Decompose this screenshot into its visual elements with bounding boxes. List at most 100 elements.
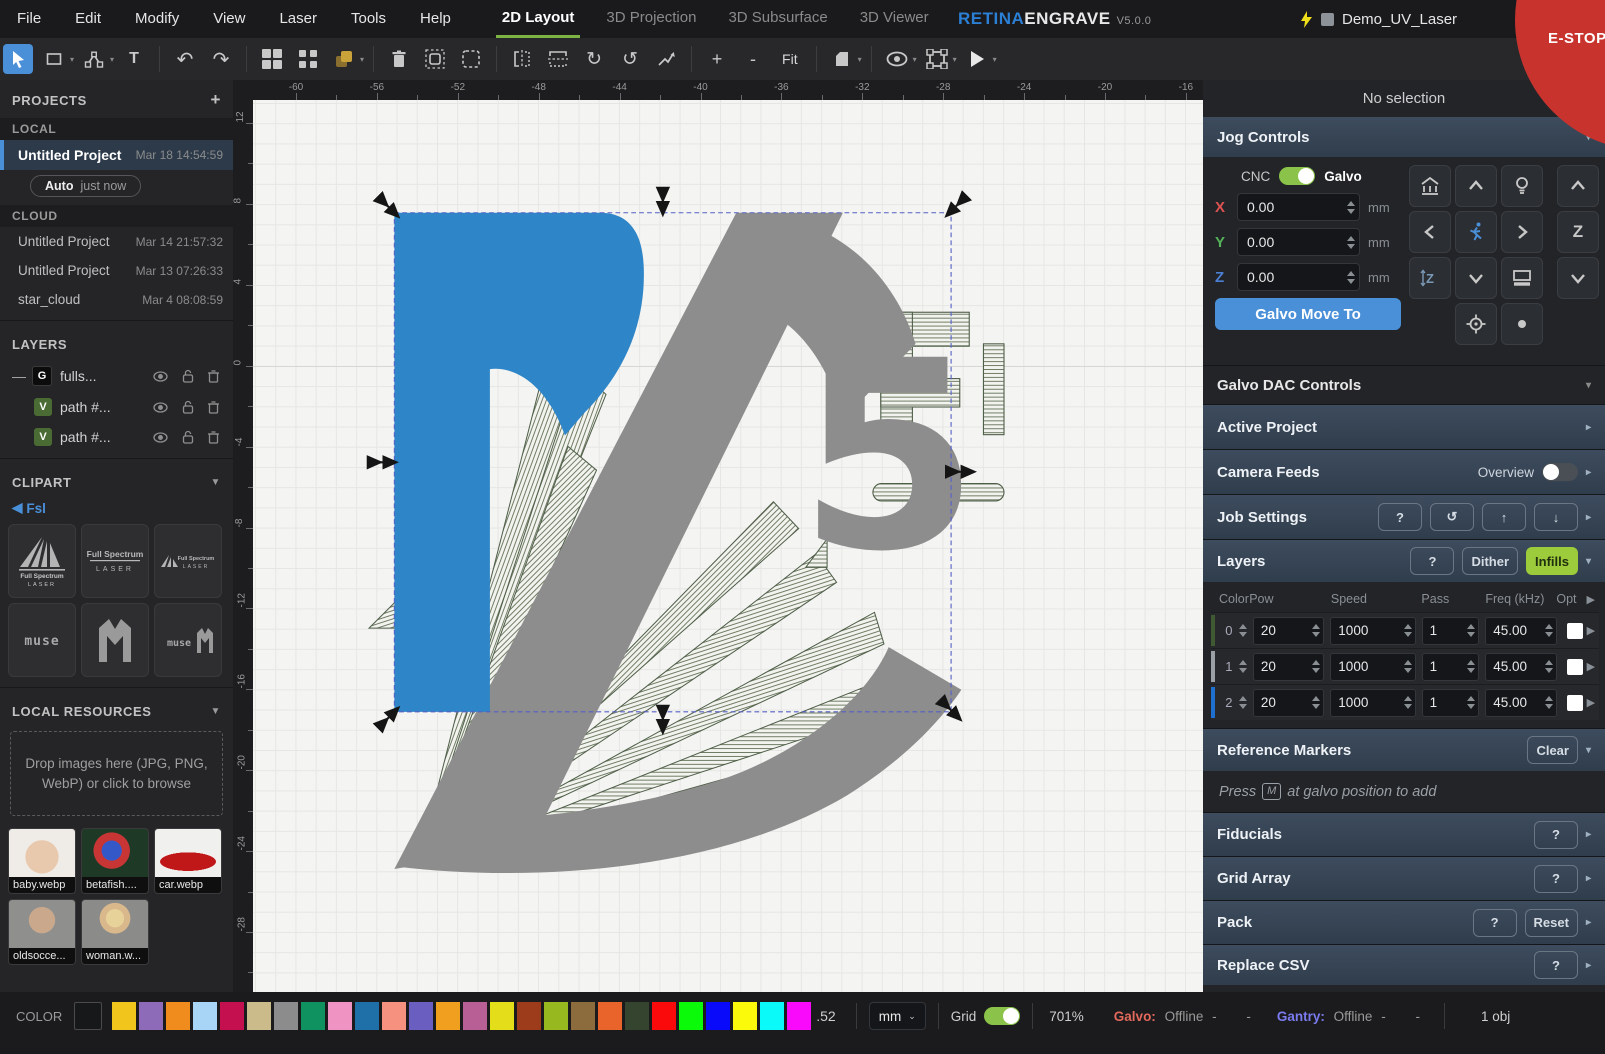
preview-caret[interactable]: ▾	[913, 55, 917, 64]
layer-row[interactable]: —Gfulls...	[0, 360, 233, 392]
distribute-grid-button[interactable]	[293, 44, 323, 74]
logo-digit-5[interactable]: 5	[798, 306, 979, 609]
tab-3d-viewer[interactable]: 3D Viewer	[844, 0, 945, 38]
palette-swatch[interactable]	[247, 1002, 271, 1030]
menu-file[interactable]: File	[0, 0, 58, 38]
freq-input[interactable]: 45.00	[1485, 653, 1556, 681]
clipart-tile-muse-combo-logo[interactable]: muse	[154, 603, 222, 677]
frame-caret[interactable]: ▾	[953, 55, 957, 64]
infills-button[interactable]: Infills	[1526, 547, 1578, 575]
resource-thumbnail[interactable]: woman.w...	[81, 899, 149, 965]
select-area-button[interactable]	[456, 44, 486, 74]
layer-index-spinner[interactable]	[1239, 695, 1247, 711]
pow-input[interactable]: 20	[1253, 689, 1324, 717]
section-camera-feeds[interactable]: Camera Feeds Overview ▸	[1203, 450, 1605, 494]
mirror-horizontal-button[interactable]	[507, 44, 537, 74]
handle-top-right[interactable]	[949, 202, 960, 213]
zoom-out-button[interactable]: -	[738, 44, 768, 74]
jog-down-button[interactable]	[1455, 257, 1497, 299]
job-up-button[interactable]: ↑	[1482, 503, 1526, 531]
speed-input[interactable]: 1000	[1330, 617, 1415, 645]
visibility-eye-icon[interactable]	[153, 371, 168, 382]
line-tool[interactable]	[651, 44, 681, 74]
pass-input[interactable]: 1	[1422, 653, 1480, 681]
cloud-project-row[interactable]: Untitled ProjectMar 14 21:57:32	[0, 227, 233, 256]
palette-swatch[interactable]	[409, 1002, 433, 1030]
cloud-project-row[interactable]: star_cloudMar 4 08:08:59	[0, 285, 233, 314]
rapid-move-button[interactable]	[1455, 211, 1497, 253]
resource-thumbnail[interactable]: betafish....	[81, 828, 149, 894]
axis-value-input[interactable]: 0.00	[1237, 193, 1360, 221]
palette-swatch[interactable]	[571, 1002, 595, 1030]
add-project-button[interactable]: +	[210, 90, 221, 110]
device-status[interactable]: Demo_UV_Laser	[1300, 0, 1457, 38]
replace-csv-help-button[interactable]: ?	[1534, 951, 1578, 979]
layers-help-button[interactable]: ?	[1410, 547, 1454, 575]
home-all-button[interactable]	[1409, 165, 1451, 207]
section-galvo-dac[interactable]: Galvo DAC Controls▾	[1203, 366, 1605, 404]
jog-right-button[interactable]	[1501, 211, 1543, 253]
palette-swatch[interactable]	[679, 1002, 703, 1030]
lock-icon[interactable]	[182, 369, 194, 383]
rotate-ccw-button[interactable]: ↺	[615, 44, 645, 74]
pow-input[interactable]: 20	[1253, 653, 1324, 681]
layer-index-spinner[interactable]	[1239, 623, 1247, 639]
visibility-eye-icon[interactable]	[153, 432, 168, 443]
text-tool[interactable]: T	[119, 44, 149, 74]
palette-swatch[interactable]	[355, 1002, 379, 1030]
job-down-button[interactable]: ↓	[1534, 503, 1578, 531]
resource-thumbnail[interactable]: baby.webp	[8, 828, 76, 894]
section-reference-markers[interactable]: Reference Markers Clear ▾	[1203, 729, 1605, 771]
clipart-tile-fsl-small-logo[interactable]: Full SpectrumLASER	[154, 524, 222, 598]
palette-swatch[interactable]	[139, 1002, 163, 1030]
section-pack[interactable]: Pack ?Reset ▸	[1203, 901, 1605, 944]
delete-button[interactable]	[384, 44, 414, 74]
z-up-button[interactable]	[1557, 165, 1599, 207]
palette-swatch[interactable]	[517, 1002, 541, 1030]
palette-swatch[interactable]	[166, 1002, 190, 1030]
units-select[interactable]: mm⌄	[869, 1002, 926, 1030]
speed-input[interactable]: 1000	[1330, 689, 1415, 717]
section-layers[interactable]: Layers ? Dither Infills ▾	[1203, 540, 1605, 582]
redo-button[interactable]: ↷	[206, 44, 236, 74]
align-grid-button[interactable]	[257, 44, 287, 74]
menu-modify[interactable]: Modify	[118, 0, 196, 38]
delete-layer-icon[interactable]	[208, 431, 219, 444]
resources-collapse-caret[interactable]: ▼	[211, 706, 222, 717]
palette-swatch[interactable]	[544, 1002, 568, 1030]
light-button[interactable]	[1501, 165, 1543, 207]
zoom-fit-button[interactable]: Fit	[774, 44, 806, 74]
palette-swatch[interactable]	[652, 1002, 676, 1030]
table-header-caret[interactable]: ▶	[1587, 593, 1595, 606]
resource-thumbnail[interactable]: car.webp	[154, 828, 222, 894]
palette-swatch[interactable]	[328, 1002, 352, 1030]
shape-tool[interactable]	[39, 44, 69, 74]
delete-layer-icon[interactable]	[208, 401, 219, 414]
palette-swatch[interactable]	[463, 1002, 487, 1030]
image-dropzone[interactable]: Drop images here (JPG, PNG, WebP) or cli…	[10, 731, 223, 816]
z-down-button[interactable]	[1557, 257, 1599, 299]
job-refresh-button[interactable]: ↺	[1430, 503, 1474, 531]
jog-left-button[interactable]	[1409, 211, 1451, 253]
fiducials-help-button[interactable]: ?	[1534, 821, 1578, 849]
tab-3d-projection[interactable]: 3D Projection	[590, 0, 712, 38]
node-tool-caret[interactable]: ▾	[110, 55, 114, 64]
palette-swatch[interactable]	[598, 1002, 622, 1030]
menu-view[interactable]: View	[196, 0, 262, 38]
speed-input[interactable]: 1000	[1330, 653, 1415, 681]
lock-icon[interactable]	[182, 430, 194, 444]
tab-2d-layout[interactable]: 2D Layout	[486, 0, 591, 38]
palette-swatch[interactable]	[706, 1002, 730, 1030]
galvo-move-to-button[interactable]: Galvo Move To	[1215, 298, 1401, 330]
section-fiducials[interactable]: Fiducials ? ▸	[1203, 813, 1605, 856]
palette-swatch[interactable]	[733, 1002, 757, 1030]
bed-button[interactable]	[1501, 257, 1543, 299]
opt-checkbox[interactable]	[1567, 659, 1583, 675]
resource-thumbnail[interactable]: oldsocce...	[8, 899, 76, 965]
project-row-selected[interactable]: Untitled Project Mar 18 14:54:59	[0, 140, 233, 170]
palette-swatch[interactable]	[112, 1002, 136, 1030]
section-jog-controls[interactable]: Jog Controls▾	[1203, 117, 1605, 157]
palette-swatch[interactable]	[625, 1002, 649, 1030]
menu-tools[interactable]: Tools	[334, 0, 403, 38]
undo-button[interactable]: ↶	[170, 44, 200, 74]
